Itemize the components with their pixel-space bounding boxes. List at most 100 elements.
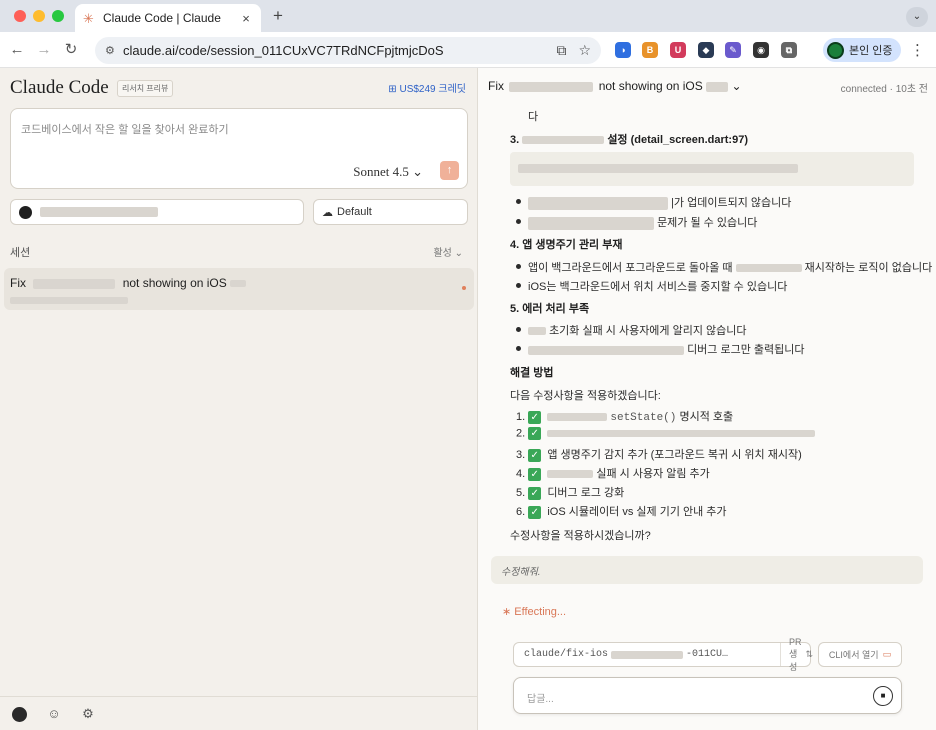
window-close-button[interactable]	[14, 10, 26, 22]
url-text[interactable]: claude.ai/code/session_011CUxVC7TRdNCFpj…	[123, 43, 544, 58]
list-item: 문제가 될 수 있습니다	[528, 214, 757, 230]
redacted-code	[518, 164, 798, 173]
redacted-text	[230, 280, 247, 288]
site-settings-icon[interactable]: ⚙	[105, 44, 123, 57]
branch-name-field[interactable]: claude/fix-ios -011CU… PR 생성 ⇅	[513, 637, 813, 672]
credit-amount: US$249 크레딧	[399, 84, 466, 95]
bookmark-star-icon[interactable]: ☆	[578, 42, 591, 59]
solution-heading: 해결 방법	[510, 367, 554, 379]
session-detail-panel: Fix not showing on iOS ⌄ connected · 10초…	[478, 68, 936, 730]
text-fragment: 다	[528, 111, 539, 123]
list-item: 디버그 로그만 출력됩니다	[528, 341, 805, 357]
checkmark-icon: ✓	[528, 467, 542, 481]
github-icon	[19, 205, 32, 219]
redacted-text	[509, 81, 594, 92]
redacted-text	[547, 413, 608, 422]
bullet	[516, 346, 521, 351]
bullet	[516, 199, 521, 204]
profile-avatar	[827, 41, 844, 59]
bullet	[516, 264, 521, 269]
session-subtitle	[10, 293, 128, 307]
section-heading-5: 5. 에러 처리 부족	[510, 303, 590, 315]
redacted-repo-name	[40, 207, 158, 217]
redacted-text	[706, 81, 729, 92]
fix-item-6: 6. ✓ iOS 시뮬레이터 vs 실제 기기 안내 추가	[516, 505, 727, 519]
reload-button[interactable]: ↻	[62, 41, 80, 59]
tab-search-button[interactable]: ⌄	[906, 7, 928, 27]
window-minimize-button[interactable]	[33, 10, 45, 22]
checkmark-icon: ✓	[528, 410, 542, 424]
checkmark-icon: ✓	[528, 448, 542, 462]
credit-link[interactable]: ⊞ US$249 크레딧	[388, 80, 466, 95]
ext-tampermonkey-icon[interactable]: ◉	[753, 42, 769, 58]
profile-label: 본인 인증	[849, 45, 893, 57]
model-selector[interactable]: Sonnet 4.5 ⌄	[353, 164, 423, 180]
ext-puzzle-icon[interactable]: ⧉	[781, 42, 797, 58]
list-item: 초기화 실패 시 사용자에게 알리지 않습니다	[528, 322, 747, 338]
redacted-text	[528, 327, 546, 336]
fix-item-2: 2. ✓	[516, 427, 816, 440]
prompt-placeholder: 코드베이스에서 작은 할 일을 찾아서 완료하기	[21, 124, 229, 136]
bullet	[516, 283, 521, 288]
browser-toolbar: ← → ↻ ⚙ claude.ai/code/session_011CUxVC7…	[0, 32, 936, 68]
terminal-icon: ▭	[882, 649, 892, 659]
ext-dark-icon[interactable]: ◆	[698, 42, 714, 58]
profile-button[interactable]: 본인 인증	[823, 38, 901, 62]
repository-selector[interactable]	[10, 199, 304, 225]
redacted-text	[611, 650, 684, 659]
chevron-down-icon: ⌄	[731, 79, 742, 93]
list-item: |가 업데이트되지 않습니다	[528, 194, 791, 210]
connection-status: connected · 10초 전	[840, 84, 928, 95]
settings-icon[interactable]: ⚙	[80, 706, 96, 722]
window-zoom-button[interactable]	[52, 10, 64, 22]
browser-menu-icon[interactable]: ⋮	[910, 41, 925, 59]
open-in-cli-button[interactable]: CLI에서 열기 ▭	[818, 642, 902, 667]
redacted-text	[528, 196, 668, 210]
ext-blue-icon[interactable]: ◑	[615, 42, 631, 58]
task-prompt-input[interactable]: 코드베이스에서 작은 할 일을 찾아서 완료하기 Sonnet 4.5 ⌄ ↑	[10, 108, 468, 189]
bullet	[516, 327, 521, 332]
bullet	[516, 219, 521, 224]
user-avatar[interactable]	[12, 707, 27, 722]
sessions-panel: Claude Code 리서치 프리뷰 ⊞ US$249 크레딧 코드베이스에서…	[0, 68, 478, 730]
browser-tab-bar: ✳ Claude Code | Claude × + ⌄	[0, 0, 936, 32]
send-button[interactable]: ↑	[440, 161, 459, 180]
session-list-item[interactable]: Fix not showing on iOS	[4, 268, 474, 310]
progress-status: ∗ Effecting...	[502, 606, 567, 618]
redacted-text	[33, 278, 116, 289]
list-item: iOS는 백그라운드에서 위치 서비스를 중지할 수 있습니다	[528, 281, 788, 293]
session-filter-dropdown[interactable]: 활성 ⌄	[433, 244, 463, 259]
forward-button[interactable]: →	[35, 41, 53, 59]
reply-input[interactable]: 답글... ■	[513, 677, 902, 714]
gift-icon: ⊞	[388, 84, 397, 95]
create-pr-button[interactable]: PR 생성 ⇅	[780, 637, 821, 672]
cast-icon[interactable]: ⧉	[556, 42, 566, 59]
closing-question: 수정사항을 적용하시겠습니까?	[510, 530, 651, 542]
new-tab-button[interactable]: +	[268, 6, 288, 26]
section-heading-4: 4. 앱 생명주기 관리 부재	[510, 239, 623, 251]
back-button[interactable]: ←	[8, 41, 26, 59]
fix-item-5: 5. ✓ 디버그 로그 강화	[516, 486, 625, 500]
redacted-text	[735, 264, 802, 273]
sessions-heading: 세션	[10, 247, 31, 259]
environment-selector[interactable]: ☁ Default	[313, 199, 468, 225]
solution-intro: 다음 수정사항을 적용하겠습니다:	[510, 390, 661, 402]
redacted-text	[522, 136, 605, 145]
checkmark-icon: ✓	[528, 505, 542, 519]
session-title: Fix not showing on iOS	[10, 276, 247, 290]
tab-title: Claude Code | Claude	[103, 11, 221, 25]
ext-orange-icon[interactable]: B	[642, 42, 658, 58]
research-preview-badge: 리서치 프리뷰	[117, 80, 174, 97]
ext-red-shield-icon[interactable]: U	[670, 42, 686, 58]
session-header-title[interactable]: Fix not showing on iOS ⌄	[488, 79, 742, 93]
ext-purple-icon[interactable]: ✎	[725, 42, 741, 58]
tab-close-icon[interactable]: ×	[239, 11, 253, 26]
feedback-icon[interactable]: ☺	[46, 706, 62, 721]
claude-favicon-icon: ✳	[83, 10, 94, 26]
brand-title: Claude Code	[10, 77, 109, 98]
address-bar[interactable]: ⚙ claude.ai/code/session_011CUxVC7TRdNCF…	[95, 37, 601, 64]
browser-tab[interactable]: ✳ Claude Code | Claude ×	[75, 4, 261, 32]
fix-item-3: 3. ✓ 앱 생명주기 감지 추가 (포그라운드 복귀 시 위치 재시작)	[516, 448, 802, 462]
stop-button[interactable]: ■	[873, 686, 893, 706]
sort-arrows-icon: ⇅	[805, 649, 814, 659]
